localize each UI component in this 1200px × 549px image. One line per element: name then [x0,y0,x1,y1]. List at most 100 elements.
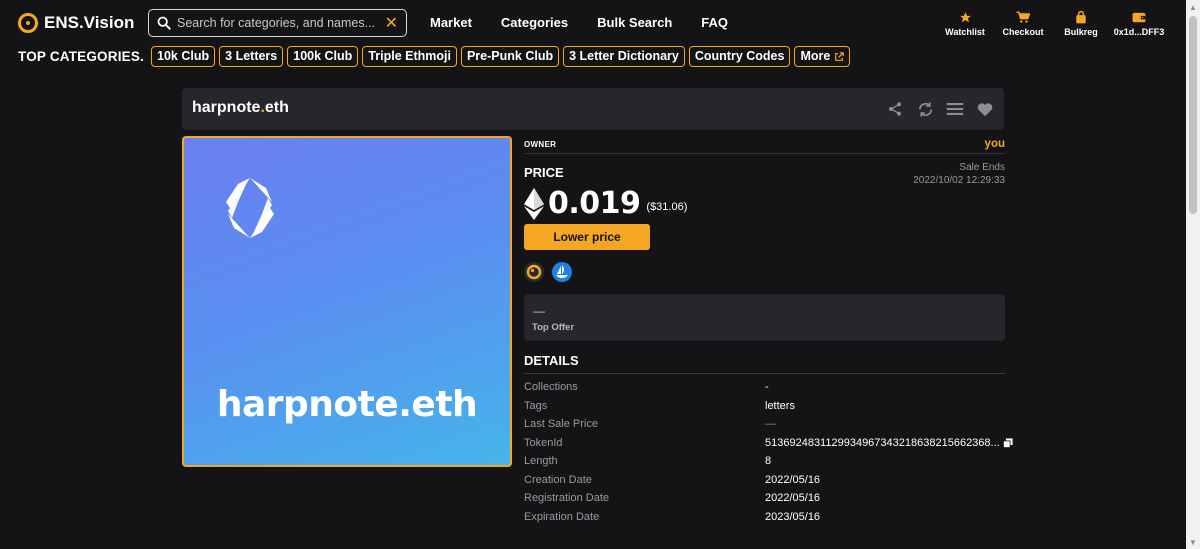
sale-ends-label: Sale Ends [959,162,1005,173]
detail-value: 2023/05/16 [765,510,821,523]
opensea-icon[interactable] [552,262,572,282]
nav-bulk-search[interactable]: Bulk Search [597,15,672,30]
detail-key: TokenId [524,436,563,449]
close-icon[interactable]: ✕ [385,13,398,33]
detail-key: Expiration Date [524,510,600,523]
wallet-address: 0x1d...DFF3 [1113,27,1165,37]
search-input[interactable] [177,16,379,30]
header-icon-group [886,100,994,118]
domain-name-main: harpnote [192,99,261,116]
page-scrollbar[interactable]: ▲ ▼ [1186,0,1200,549]
menu-icon[interactable] [946,100,964,118]
search-box: ✕ [148,9,407,37]
more-label: More [800,49,831,63]
detail-key: Creation Date [524,473,592,486]
ens-logo-icon [226,178,274,238]
sale-ends-value: 2022/10/02 12:29:33 [913,175,1005,186]
external-link-icon [835,51,845,61]
nav-categories[interactable]: Categories [501,15,568,30]
refresh-icon[interactable] [916,100,934,118]
price-row: 0.019 ($31.06) [524,186,687,221]
brand-logo[interactable]: ENS.Vision [18,11,134,35]
scroll-up-icon[interactable]: ▲ [1186,0,1200,14]
category-chip[interactable]: 10k Club [151,46,216,67]
checkout-label: Checkout [1002,27,1044,37]
main-nav: Market Categories Bulk Search FAQ [430,15,757,30]
nft-domain-name: harpnote.eth [216,384,478,425]
page-title: harpnote.eth [192,99,289,117]
bulkreg-label: Bulkreg [1064,27,1098,37]
detail-value: 2022/05/16 [765,492,821,504]
header-actions: Watchlist Checkout Bulkreg 0x1d...DFF3 [934,10,1166,37]
nav-market[interactable]: Market [430,15,472,30]
details-list: Collections - Tags letters Last Sale Pri… [524,379,1013,528]
category-chip[interactable]: Country Codes [688,46,791,67]
detail-value: 8 [765,455,772,467]
scrollbar-thumb[interactable] [1189,16,1197,214]
bulkreg-button[interactable]: Bulkreg [1054,10,1108,37]
detail-row: Tags letters [524,398,1005,417]
price-label: PRICE [524,165,564,180]
detail-row: Collections - [524,379,1005,398]
copy-icon[interactable] [1002,437,1013,448]
more-categories-button[interactable]: More [794,46,851,67]
lower-price-button[interactable]: Lower price [524,224,650,250]
detail-value-tag[interactable]: letters [765,400,795,412]
brand-name: ENS.Vision [44,13,135,32]
watchlist-button[interactable]: Watchlist [938,10,992,37]
price-usd: ($31.06) [646,200,688,213]
detail-key: Tags [524,399,548,412]
detail-key: Length [524,455,558,467]
scroll-down-icon[interactable]: ▼ [1186,535,1200,549]
ens-vision-market-icon[interactable] [524,262,544,282]
detail-row: Expiration Date 2023/05/16 [524,509,1005,528]
owner-row: OWNER you [524,136,1005,154]
domain-name-tld: eth [264,99,289,116]
detail-key: Collections [524,381,578,393]
detail-value: 2022/05/16 [765,473,821,486]
detail-value: — [765,418,776,430]
category-chip[interactable]: Triple Ethmoji [362,46,457,67]
ens-vision-logo-icon [18,13,38,33]
top-categories-title: TOP CATEGORIES. [18,49,145,64]
ethereum-icon [524,187,544,220]
wallet-button[interactable]: 0x1d...DFF3 [1112,10,1166,37]
detail-row: Creation Date 2022/05/16 [524,472,1005,491]
top-offer-card: — Top Offer [524,294,1005,341]
marketplace-links [524,262,572,282]
owner-label: OWNER [524,140,557,149]
detail-key: Registration Date [524,492,609,504]
token-id-value: 5136924831129934967343218638215662368... [765,437,1013,449]
detail-value: - [765,381,769,393]
star-icon [959,10,972,24]
token-id-text: 5136924831129934967343218638215662368... [765,436,1000,449]
top-categories-bar: TOP CATEGORIES. 10k Club 3 Letters 100k … [18,46,851,67]
bag-icon [1075,10,1087,24]
share-icon[interactable] [886,100,904,118]
category-chip[interactable]: 3 Letter Dictionary [563,46,685,67]
nav-faq[interactable]: FAQ [701,15,728,30]
category-chip[interactable]: Pre-Punk Club [460,46,560,67]
top-bar: ENS.Vision ✕ Market Categories Bulk Sear… [0,0,1186,84]
watchlist-label: Watchlist [945,27,985,37]
sale-ends: Sale Ends 2022/10/02 12:29:33 [913,161,1005,187]
category-chip[interactable]: 3 Letters [219,46,284,67]
top-offer-value: — [533,304,545,318]
wallet-icon [1132,10,1146,24]
listing-panel: OWNER you PRICE Sale Ends 2022/10/02 12:… [524,136,1013,523]
detail-row: Length 8 [524,453,1005,472]
detail-row: Last Sale Price — [524,416,1005,435]
owner-value[interactable]: you [985,138,1005,150]
details-title: DETAILS [524,353,1005,374]
heart-icon[interactable] [976,100,994,118]
detail-row: Registration Date 2022/05/16 [524,490,1005,509]
cart-icon [1016,10,1030,24]
detail-key: Last Sale Price [524,418,598,430]
price-amount: 0.019 [548,186,641,221]
nft-image: harpnote.eth [182,136,512,467]
search-icon [157,16,171,30]
category-chip[interactable]: 100k Club [287,46,359,67]
checkout-button[interactable]: Checkout [996,10,1050,37]
domain-header: harpnote.eth [182,88,1004,130]
top-offer-label: Top Offer [532,322,575,333]
